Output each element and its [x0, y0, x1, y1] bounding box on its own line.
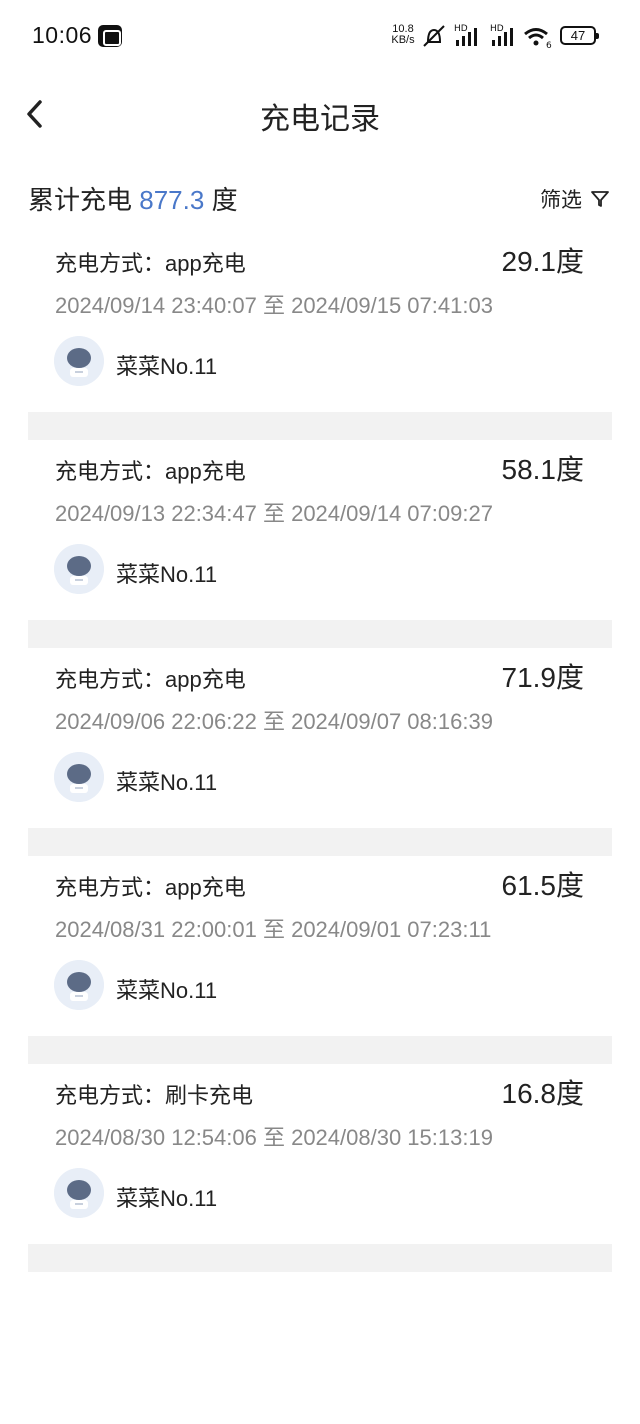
charge-method: 充电方式：app充电 — [55, 667, 246, 692]
robot-avatar-icon — [54, 1168, 104, 1218]
robot-avatar-icon — [54, 336, 104, 386]
charge-amount: 58.1度 — [501, 454, 585, 485]
charge-timespan: 2024/09/13 22:34:47 至 2024/09/14 07:09:2… — [55, 501, 493, 526]
divider — [28, 828, 612, 856]
wifi-icon: 6 — [524, 28, 552, 50]
total-charge-value: 877.3 — [139, 185, 205, 215]
charge-method: 充电方式：app充电 — [55, 875, 246, 900]
network-speed-unit: KB/s — [391, 34, 415, 46]
charge-record-card[interactable]: 充电方式：app充电 71.9度 2024/09/06 22:06:22 至 2… — [0, 648, 640, 828]
charge-timespan: 2024/08/31 22:00:01 至 2024/09/01 07:23:1… — [55, 917, 492, 942]
wifi-label: 6 — [546, 41, 552, 50]
charge-record-list: 充电方式：app充电 29.1度 2024/09/14 23:40:07 至 2… — [0, 232, 640, 1272]
divider — [28, 1036, 612, 1064]
divider — [28, 1244, 612, 1272]
robot-avatar-icon — [54, 752, 104, 802]
total-charge-label: 累计充电 — [28, 185, 133, 215]
status-time: 10:06 — [32, 22, 93, 48]
charge-method: 充电方式：app充电 — [55, 251, 246, 276]
user-name: 菜菜No.11 — [116, 978, 218, 1003]
divider — [28, 620, 612, 648]
charge-timespan: 2024/09/06 22:06:22 至 2024/09/07 08:16:3… — [55, 709, 493, 734]
status-icons: HD HD 6 — [423, 24, 552, 50]
filter-icon — [591, 191, 609, 207]
network-speed: 10.8 KB/s — [388, 24, 418, 46]
charge-amount: 61.5度 — [501, 870, 585, 901]
battery-icon: 47 — [560, 26, 599, 45]
user-name: 菜菜No.11 — [116, 562, 218, 587]
signal-icon-2: HD — [490, 24, 513, 46]
filter-label: 筛选 — [540, 189, 582, 212]
page-title: 充电记录 — [260, 103, 380, 136]
user-name: 菜菜No.11 — [116, 1186, 218, 1211]
charge-amount: 29.1度 — [501, 246, 585, 277]
charge-timespan: 2024/09/14 23:40:07 至 2024/09/15 07:41:0… — [55, 293, 493, 318]
total-charge-unit: 度 — [211, 185, 238, 215]
filter-button[interactable]: 筛选 — [540, 184, 610, 214]
navigation-bar: 充电记录 — [0, 72, 640, 156]
charge-method: 充电方式：app充电 — [55, 459, 246, 484]
charge-method: 充电方式：刷卡充电 — [55, 1083, 254, 1108]
user-name: 菜菜No.11 — [116, 354, 218, 379]
robot-avatar-icon — [54, 544, 104, 594]
charge-record-card[interactable]: 充电方式：app充电 29.1度 2024/09/14 23:40:07 至 2… — [0, 232, 640, 412]
signal-label-2: HD — [490, 24, 504, 34]
charge-record-card[interactable]: 充电方式：刷卡充电 16.8度 2024/08/30 12:54:06 至 20… — [0, 1064, 640, 1244]
charge-amount: 16.8度 — [501, 1078, 585, 1109]
mute-bell-icon — [423, 25, 445, 47]
robot-avatar-icon — [54, 960, 104, 1010]
divider — [28, 412, 612, 440]
charge-record-card[interactable]: 充电方式：app充电 58.1度 2024/09/13 22:34:47 至 2… — [0, 440, 640, 620]
charge-record-card[interactable]: 充电方式：app充电 61.5度 2024/08/31 22:00:01 至 2… — [0, 856, 640, 1036]
charge-timespan: 2024/08/30 12:54:06 至 2024/08/30 15:13:1… — [55, 1125, 493, 1150]
status-bar: 10:06 10.8 KB/s HD HD 6 47 — [0, 0, 640, 72]
charge-amount: 71.9度 — [501, 662, 585, 693]
user-name: 菜菜No.11 — [116, 770, 218, 795]
mi-notification-icon — [98, 25, 122, 47]
total-charge-summary: 累计充电 877.3 度 — [28, 180, 238, 217]
signal-label-1: HD — [454, 24, 468, 34]
signal-icon-1: HD — [454, 24, 477, 46]
